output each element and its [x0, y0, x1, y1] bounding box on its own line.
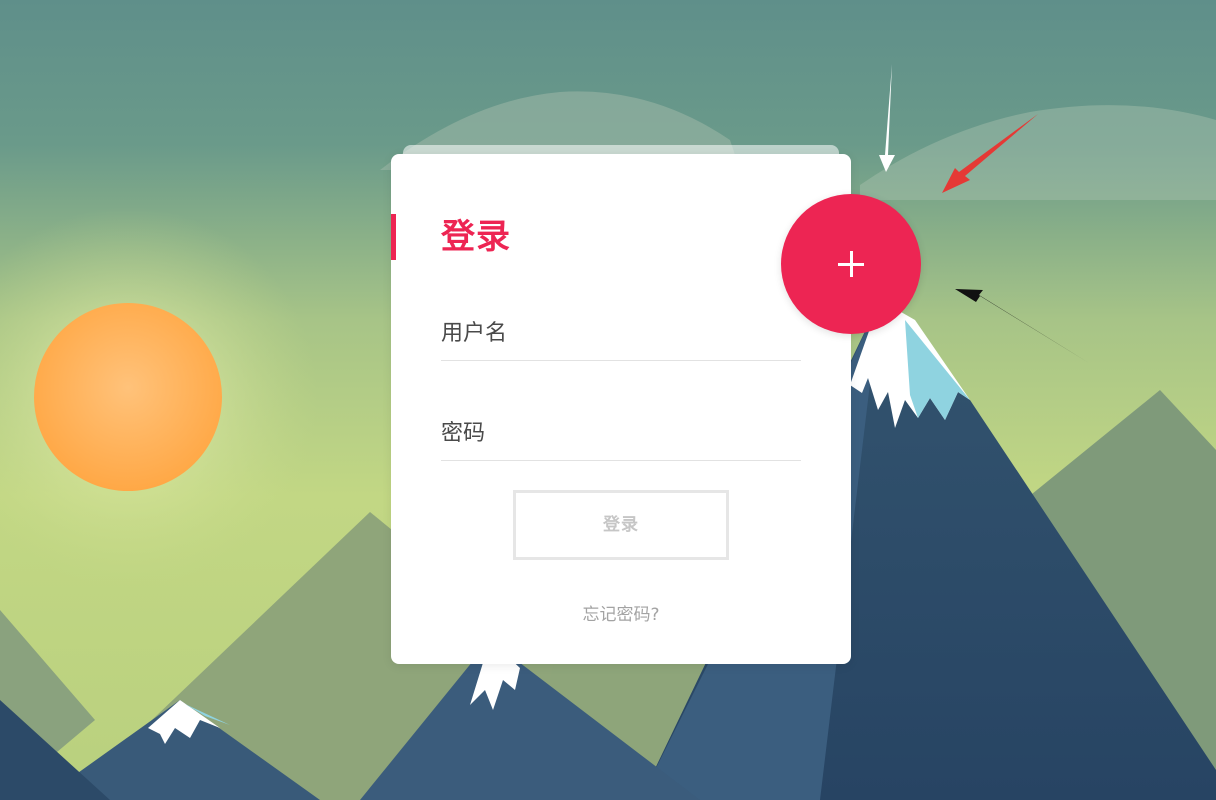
password-field — [441, 408, 801, 461]
login-button[interactable]: 登录 — [513, 490, 729, 560]
username-field — [441, 308, 801, 361]
page-title: 登录 — [441, 217, 511, 257]
title-accent-bar — [391, 214, 396, 260]
add-button[interactable] — [781, 194, 921, 334]
login-card: 登录 登录 忘记密码? — [391, 154, 851, 664]
forgot-password-link[interactable]: 忘记密码? — [391, 600, 851, 625]
background-scene: 登录 登录 忘记密码? — [0, 0, 1216, 800]
username-input[interactable] — [441, 308, 801, 358]
password-input[interactable] — [441, 408, 801, 458]
